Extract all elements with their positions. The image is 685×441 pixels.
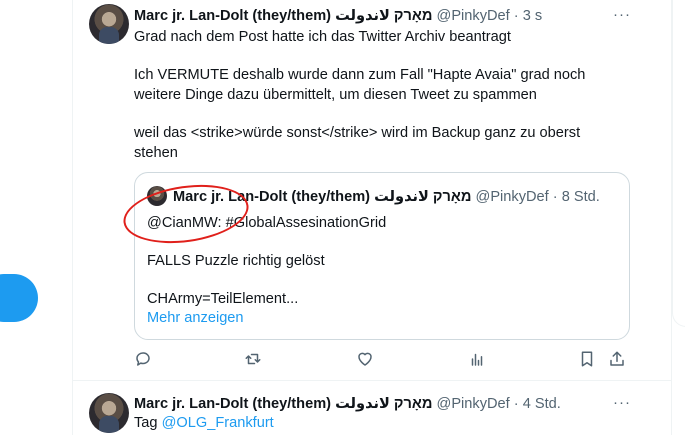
quoted-header: Marc jr. Lan-Dolt (they/them) מאָרק لاند… (173, 187, 600, 207)
tweet-text-prefix: Tag (134, 415, 162, 431)
avatar[interactable] (89, 393, 129, 433)
tweet[interactable]: Marc jr. Lan-Dolt (they/them) מאָרק لاند… (73, 0, 671, 381)
tweet-text: Tag @OLG_Frankfurt (134, 414, 614, 434)
more-options-icon[interactable]: ··· (613, 393, 631, 413)
timestamp[interactable]: 3 s (523, 8, 542, 24)
timeline: Marc jr. Lan-Dolt (they/them) מאָרק لاند… (72, 0, 672, 435)
quoted-tweet[interactable]: Marc jr. Lan-Dolt (they/them) מאָרק لاند… (134, 172, 630, 340)
separator: · (552, 189, 558, 205)
views-icon[interactable] (468, 350, 488, 370)
retweet-icon[interactable] (244, 350, 264, 370)
tweet-header: Marc jr. Lan-Dolt (they/them) מאָרק لاند… (134, 6, 624, 26)
share-icon[interactable] (608, 350, 628, 370)
more-options-icon[interactable]: ··· (613, 5, 631, 25)
quoted-handle: @PinkyDef (475, 189, 549, 205)
author-name[interactable]: Marc jr. Lan-Dolt (they/them) מאָרק لاند… (134, 8, 432, 24)
compose-button[interactable] (0, 274, 38, 322)
mention-link[interactable]: @OLG_Frankfurt (162, 415, 274, 431)
timestamp[interactable]: 4 Std. (523, 396, 561, 412)
quoted-text: @CianMW: #GlobalAssesinationGrid (147, 215, 387, 231)
tweet[interactable]: Marc jr. Lan-Dolt (they/them) מאָרק لاند… (73, 381, 671, 441)
separator: · (513, 396, 519, 412)
quoted-timestamp: 8 Std. (561, 189, 600, 205)
tweet-paragraph: weil das <strike>würde sonst</strike> wi… (134, 125, 581, 161)
quoted-text: CHArmy=TeilElement... (147, 291, 299, 307)
tweet-header: Marc jr. Lan-Dolt (they/them) מאָרק لاند… (134, 394, 624, 414)
author-name[interactable]: Marc jr. Lan-Dolt (they/them) מאָרק لاند… (134, 396, 432, 412)
tweet-paragraph: Ich VERMUTE deshalb wurde dann zum Fall … (134, 67, 586, 103)
bookmark-icon[interactable] (578, 350, 598, 370)
separator: · (513, 8, 519, 24)
quoted-avatar (147, 186, 167, 206)
heart-icon[interactable] (356, 350, 376, 370)
quoted-text: FALLS Puzzle richtig gelöst (147, 253, 325, 269)
author-handle[interactable]: @PinkyDef (437, 8, 510, 24)
tweet-actions (134, 350, 634, 370)
right-panel-edge (672, 0, 685, 327)
tweet-paragraph: Grad nach dem Post hatte ich das Twitter… (134, 29, 511, 45)
author-handle[interactable]: @PinkyDef (437, 396, 510, 412)
reply-icon[interactable] (134, 350, 154, 370)
quoted-author-name: Marc jr. Lan-Dolt (they/them) מאָרק لاند… (173, 189, 472, 205)
avatar[interactable] (89, 4, 129, 44)
show-more-link[interactable]: Mehr anzeigen (147, 308, 244, 328)
left-sidebar-edge (0, 0, 72, 435)
